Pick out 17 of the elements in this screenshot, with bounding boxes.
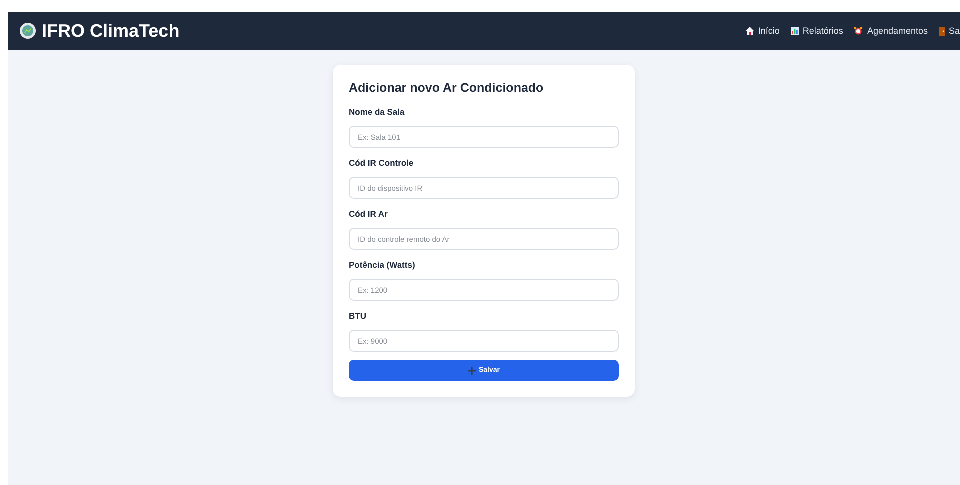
alarm-clock-icon (854, 27, 864, 35)
logo-icon (20, 23, 36, 39)
nav-link[interactable]: Início (746, 26, 780, 36)
nav-link[interactable]: Agendamentos (854, 26, 928, 36)
field-label: BTU (349, 311, 368, 321)
field-label: Nome da Sala (349, 107, 406, 117)
form-title: Adicionar novo Ar Condicionado (349, 81, 545, 95)
brand-name: IFRO ClimaTech (42, 20, 180, 42)
house-icon (746, 27, 754, 35)
nav-link[interactable]: Sa (938, 26, 960, 36)
door-icon (938, 26, 945, 36)
bar-chart-icon (790, 27, 799, 35)
field-label: Potência (Watts) (349, 260, 416, 270)
plus-icon (468, 366, 476, 374)
field-label: Cód IR Controle (349, 158, 415, 168)
field-label: Cód IR Ar (349, 209, 389, 219)
nav-link[interactable]: Relatórios (790, 26, 844, 36)
